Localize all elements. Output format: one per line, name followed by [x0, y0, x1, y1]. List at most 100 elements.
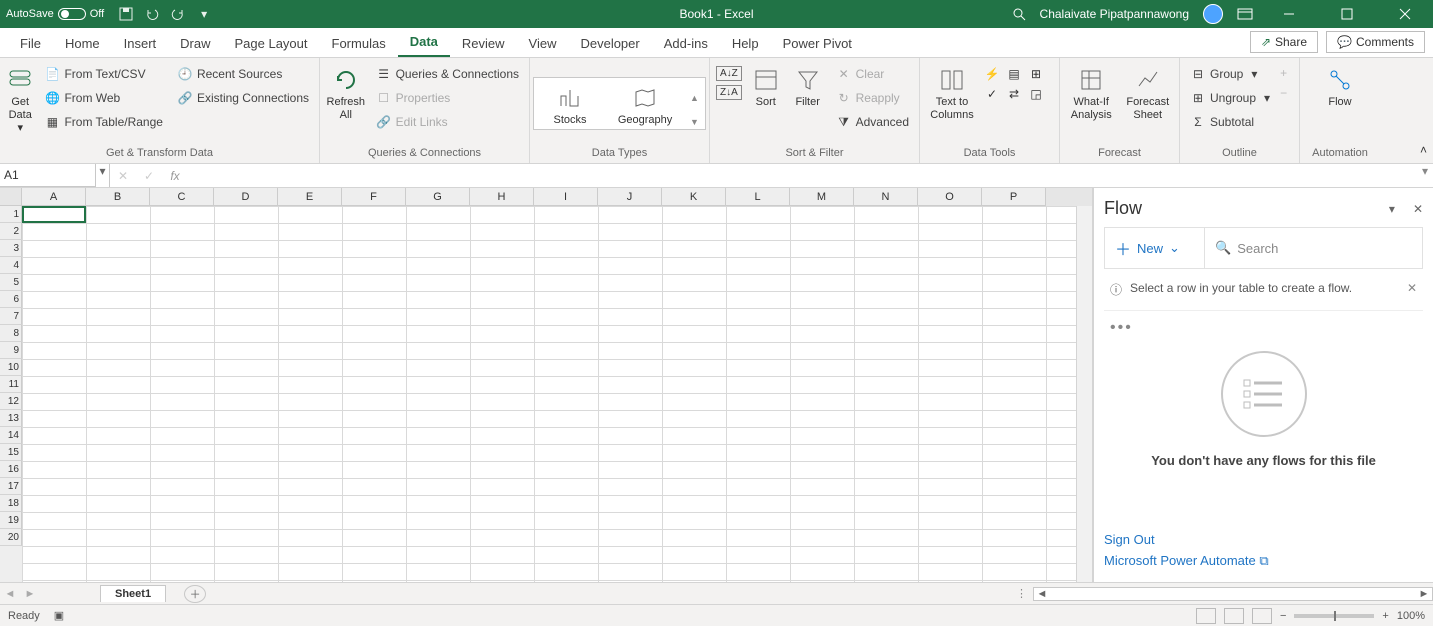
row-header[interactable]: 8	[0, 325, 22, 342]
page-break-view-button[interactable]	[1252, 608, 1272, 624]
flow-pane-dropdown-icon[interactable]: ▾	[1389, 202, 1395, 216]
sort-button[interactable]: Sort	[748, 62, 784, 109]
tab-developer[interactable]: Developer	[568, 30, 651, 57]
macro-record-icon[interactable]: ▣	[54, 609, 64, 622]
tab-page-layout[interactable]: Page Layout	[223, 30, 320, 57]
undo-icon[interactable]	[144, 6, 160, 22]
tab-view[interactable]: View	[517, 30, 569, 57]
maximize-button[interactable]	[1325, 0, 1369, 28]
from-table-range-button[interactable]: ▦From Table/Range	[40, 112, 167, 132]
row-header[interactable]: 4	[0, 257, 22, 274]
row-header[interactable]: 5	[0, 274, 22, 291]
col-header[interactable]: D	[214, 188, 278, 206]
consolidate-icon[interactable]: ⊞	[1028, 66, 1044, 82]
row-header[interactable]: 18	[0, 495, 22, 512]
tab-file[interactable]: File	[8, 30, 53, 57]
flow-pane-close-icon[interactable]: ✕	[1413, 202, 1423, 216]
row-header[interactable]: 12	[0, 393, 22, 410]
select-all-corner[interactable]	[0, 188, 22, 206]
refresh-all-button[interactable]: Refresh All	[326, 62, 366, 122]
flow-search-input[interactable]: 🔍 Search	[1205, 228, 1422, 268]
enter-formula-icon[interactable]: ✓	[136, 169, 162, 183]
row-header[interactable]: 19	[0, 512, 22, 529]
whatif-analysis-button[interactable]: What-If Analysis	[1066, 62, 1117, 122]
col-header[interactable]: N	[854, 188, 918, 206]
row-header[interactable]: 14	[0, 427, 22, 444]
normal-view-button[interactable]	[1196, 608, 1216, 624]
close-button[interactable]	[1383, 0, 1427, 28]
tab-home[interactable]: Home	[53, 30, 112, 57]
scroll-left-icon[interactable]: ◄	[1034, 588, 1050, 600]
forecast-sheet-button[interactable]: Forecast Sheet	[1123, 62, 1174, 122]
flow-button[interactable]: Flow	[1314, 62, 1366, 109]
text-to-columns-button[interactable]: Text to Columns	[926, 62, 978, 122]
flow-new-button[interactable]: ＋ New ⌄	[1105, 228, 1205, 268]
col-header[interactable]: A	[22, 188, 86, 206]
col-header[interactable]: I	[534, 188, 598, 206]
cell-grid[interactable]	[22, 206, 1076, 582]
zoom-label[interactable]: 100%	[1397, 610, 1425, 622]
search-icon[interactable]	[1012, 7, 1026, 21]
active-cell[interactable]	[22, 206, 86, 223]
zoom-in-button[interactable]: +	[1382, 610, 1388, 622]
name-box[interactable]: A1	[0, 164, 96, 187]
autosave-toggle[interactable]: AutoSave Off	[6, 8, 104, 20]
tab-formulas[interactable]: Formulas	[320, 30, 398, 57]
tab-addins[interactable]: Add-ins	[652, 30, 720, 57]
fx-icon[interactable]: fx	[162, 169, 188, 183]
tab-draw[interactable]: Draw	[168, 30, 222, 57]
share-button[interactable]: ⇗ Share	[1250, 31, 1318, 53]
qat-dropdown-icon[interactable]: ▾	[196, 6, 212, 22]
manage-data-model-icon[interactable]: ◲	[1028, 86, 1044, 102]
advanced-button[interactable]: ⧩Advanced	[832, 112, 913, 132]
datatypes-scroll-up[interactable]: ▲	[690, 93, 699, 103]
group-button[interactable]: ⊟Group▾	[1186, 64, 1274, 84]
tab-insert[interactable]: Insert	[112, 30, 169, 57]
row-header[interactable]: 10	[0, 359, 22, 376]
col-header[interactable]: M	[790, 188, 854, 206]
get-data-button[interactable]: Get Data ▾	[6, 62, 34, 136]
sheet-nav-next[interactable]: ►	[25, 588, 36, 600]
formula-expand-icon[interactable]: ▾	[1417, 164, 1433, 187]
sort-az-icon[interactable]: A↓Z	[716, 66, 742, 81]
row-header[interactable]: 20	[0, 529, 22, 546]
row-header[interactable]: 1	[0, 206, 22, 223]
signout-link[interactable]: Sign Out	[1104, 529, 1423, 550]
zoom-out-button[interactable]: −	[1280, 610, 1286, 622]
sheet-nav-prev[interactable]: ◄	[5, 588, 16, 600]
comments-button[interactable]: 💬 Comments	[1326, 31, 1425, 53]
row-header[interactable]: 15	[0, 444, 22, 461]
tab-power-pivot[interactable]: Power Pivot	[771, 30, 864, 57]
collapse-ribbon-icon[interactable]: ˄	[1420, 143, 1427, 157]
sort-za-icon[interactable]: Z↓A	[716, 85, 742, 100]
redo-icon[interactable]	[170, 6, 186, 22]
ribbon-display-icon[interactable]	[1237, 8, 1253, 20]
row-header[interactable]: 17	[0, 478, 22, 495]
page-layout-view-button[interactable]	[1224, 608, 1244, 624]
tab-review[interactable]: Review	[450, 30, 517, 57]
data-validation-icon[interactable]: ✓	[984, 86, 1000, 102]
from-text-csv-button[interactable]: 📄From Text/CSV	[40, 64, 167, 84]
vertical-scrollbar[interactable]	[1076, 206, 1092, 582]
power-automate-link[interactable]: Microsoft Power Automate ⧉	[1104, 550, 1423, 572]
row-header[interactable]: 16	[0, 461, 22, 478]
col-header[interactable]: J	[598, 188, 662, 206]
ungroup-button[interactable]: ⊞Ungroup▾	[1186, 88, 1274, 108]
flow-more-icon[interactable]: •••	[1104, 315, 1139, 341]
queries-connections-button[interactable]: ☰Queries & Connections	[372, 64, 523, 84]
from-web-button[interactable]: 🌐From Web	[40, 88, 167, 108]
avatar[interactable]	[1203, 4, 1223, 24]
existing-connections-button[interactable]: 🔗Existing Connections	[173, 88, 313, 108]
new-sheet-button[interactable]: ＋	[184, 585, 206, 603]
col-header[interactable]: H	[470, 188, 534, 206]
col-header[interactable]: O	[918, 188, 982, 206]
row-header[interactable]: 13	[0, 410, 22, 427]
tab-data[interactable]: Data	[398, 28, 450, 57]
name-box-dropdown[interactable]: ▾	[96, 164, 110, 187]
row-header[interactable]: 2	[0, 223, 22, 240]
minimize-button[interactable]	[1267, 0, 1311, 28]
filter-button[interactable]: Filter	[790, 62, 826, 109]
geography-button[interactable]: Geography	[610, 80, 680, 127]
col-header[interactable]: L	[726, 188, 790, 206]
worksheet[interactable]: A B C D E F G H I J K L M N O P 12345678…	[0, 188, 1093, 582]
